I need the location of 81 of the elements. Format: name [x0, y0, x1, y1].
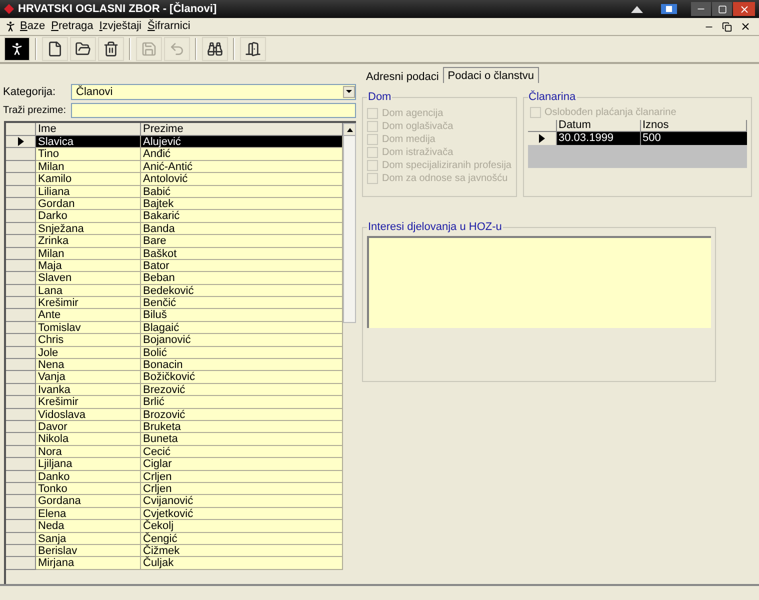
tab[interactable]: Podaci o članstvu: [442, 67, 539, 83]
table-row[interactable]: Jole Bolić: [6, 346, 344, 360]
save-icon: [141, 41, 157, 57]
group-title: Članarina: [528, 89, 577, 105]
restore-icon[interactable]: [722, 22, 732, 32]
table-row[interactable]: Darko Bakarić: [6, 210, 344, 223]
scroll-up-icon[interactable]: [346, 128, 353, 132]
maximize-icon: [718, 4, 726, 14]
trash-icon: [103, 41, 119, 57]
minimize-button[interactable]: [691, 2, 711, 16]
scrollbar[interactable]: [343, 123, 356, 323]
table-row[interactable]: Tonko Crljen: [6, 482, 344, 496]
row-pointer-icon: [18, 137, 24, 146]
maximize-button[interactable]: [712, 2, 732, 16]
table-cell: Mirjana: [36, 557, 141, 570]
table-row[interactable]: Nena Bonacin: [6, 359, 344, 372]
table-row[interactable]: Sanja Čengić: [6, 532, 344, 545]
table-row[interactable]: Maja Bator: [6, 260, 344, 272]
binoculars-icon: [207, 41, 223, 57]
group-title: Dom: [367, 90, 392, 105]
table-row[interactable]: Nora Cecić: [6, 446, 344, 458]
table-cell: Čuljak: [141, 557, 344, 570]
table-cell-text: 500: [642, 132, 662, 144]
category-label: Kategorija:: [3, 84, 57, 100]
table-row[interactable]: Krešimir Brlić: [6, 396, 344, 409]
table-row[interactable]: 30.03.1999 500: [528, 132, 746, 144]
table-row[interactable]: Mirjana Čuljak: [6, 557, 344, 570]
table-row[interactable]: Chris Bojanović: [6, 334, 344, 347]
table-row[interactable]: Vanja Božičković: [6, 371, 344, 384]
table-row[interactable]: Neda Čekolj: [6, 520, 344, 532]
tab[interactable]: Adresni podaci: [362, 69, 443, 83]
menu-item[interactable]: Pretraga: [48, 18, 96, 35]
table-row[interactable]: Tino Anđić: [6, 148, 344, 161]
menu-item[interactable]: Baze: [17, 18, 48, 35]
row-pointer-icon: [538, 134, 544, 142]
table-row[interactable]: Liliana Babić: [6, 186, 344, 198]
group-title: Interesi djelovanja u HOZ-u: [367, 220, 503, 235]
menu-item[interactable]: Izvještaji: [96, 18, 144, 35]
interests-text-area[interactable]: [367, 236, 711, 328]
undo-icon: [169, 41, 185, 57]
toolbar-button[interactable]: [4, 37, 30, 61]
close-icon[interactable]: [740, 21, 751, 32]
table-row[interactable]: Nikola Buneta: [6, 433, 344, 446]
table-row[interactable]: Zrinka Bare: [6, 235, 344, 248]
window-title: HRVATSKI OGLASNI ZBOR - [Članovi]: [18, 1, 217, 17]
toolbar-button[interactable]: [98, 37, 124, 61]
table-row[interactable]: Gordana Cvijanović: [6, 495, 344, 508]
table-row[interactable]: Slavica Alujević: [6, 136, 344, 148]
search-label: Traži prezime:: [3, 104, 67, 118]
toolbar-button[interactable]: [42, 37, 68, 61]
table-row[interactable]: Milan Anić-Antić: [6, 160, 344, 174]
folder-icon: [75, 41, 91, 57]
table-row[interactable]: Ljiljana Ciglar: [6, 458, 344, 471]
category-dropdown[interactable]: Članovi: [71, 84, 356, 100]
table-row[interactable]: Ante Biluš: [6, 309, 344, 322]
table-row[interactable]: Ivanka Brezović: [6, 384, 344, 396]
table-row[interactable]: Vidoslava Brozović: [6, 408, 344, 421]
toolbar-button[interactable]: [240, 37, 266, 61]
app-icon: [4, 4, 14, 14]
surname-search-field[interactable]: [71, 102, 356, 118]
table-row[interactable]: Lana Bedeković: [6, 284, 344, 298]
table-row[interactable]: Slaven Beban: [6, 272, 344, 285]
table-row[interactable]: Davor Bruketa: [6, 420, 344, 434]
table-cell: 30.03.1999: [556, 132, 640, 144]
new-document-icon: [47, 41, 63, 57]
toolbar-button[interactable]: [202, 37, 228, 61]
table-row[interactable]: Elena Cvjetković: [6, 508, 344, 520]
table-row[interactable]: Berislav Čižmek: [6, 544, 344, 558]
table-row[interactable]: Kamilo Antolović: [6, 173, 344, 186]
close-icon: [738, 4, 750, 14]
close-button[interactable]: [733, 2, 755, 16]
door-icon: [245, 41, 261, 57]
table-row[interactable]: Snježana Banda: [6, 222, 344, 236]
table-row[interactable]: Krešimir Benčić: [6, 297, 344, 310]
menu-item[interactable]: Šifrarnici: [144, 18, 194, 35]
table-row[interactable]: Gordan Bajtek: [6, 198, 344, 210]
person-icon[interactable]: [4, 20, 17, 33]
toolbar-button[interactable]: [70, 37, 96, 61]
table-row[interactable]: Milan Baškot: [6, 248, 344, 260]
table-row[interactable]: Tomislav Blagaić: [6, 322, 344, 334]
table-row[interactable]: Danko Crljen: [6, 470, 344, 483]
